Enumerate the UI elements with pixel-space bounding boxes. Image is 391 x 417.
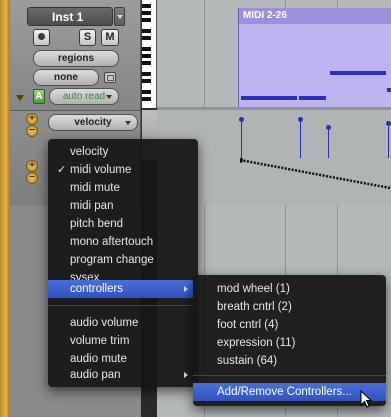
menu-item-pitch-bend[interactable]: pitch bend	[48, 215, 198, 233]
mouse-pointer-icon	[360, 390, 373, 408]
piano-keyboard[interactable]	[141, 0, 157, 108]
track-name-menu-button[interactable]	[114, 7, 125, 26]
menu-item-midi-mute[interactable]: midi mute	[48, 179, 198, 197]
menu-item-volume-trim[interactable]: volume trim	[48, 332, 198, 350]
midi-note[interactable]	[299, 96, 326, 100]
submenu-item-foot-cntrl[interactable]: foot cntrl (4)	[193, 316, 386, 334]
menu-item-audio-pan[interactable]: audio pan	[48, 366, 198, 384]
menu-item-mono-aftertouch[interactable]: mono aftertouch	[48, 233, 198, 251]
menu-item-program-change[interactable]: program change	[48, 251, 198, 269]
submenu-item-expression[interactable]: expression (11)	[193, 334, 386, 352]
submenu-item-breath-cntrl[interactable]: breath cntrl (2)	[193, 298, 386, 316]
remove-lane-icon[interactable]: −	[26, 172, 38, 184]
lane-view-menu: velocity ✓ midi volume midi mute midi pan…	[48, 139, 198, 387]
velocity-stem[interactable]	[300, 120, 301, 158]
solo-button[interactable]: S	[79, 29, 96, 46]
midi-region[interactable]: MIDI 2-26	[238, 8, 391, 107]
remove-lane-icon[interactable]: −	[26, 125, 38, 137]
timebase-selector[interactable]: none	[33, 69, 99, 86]
submenu-arrow-icon	[184, 286, 188, 292]
checkmark-icon: ✓	[57, 164, 67, 176]
velocity-stem[interactable]	[326, 125, 331, 130]
lane-view-selector[interactable]: velocity	[48, 114, 138, 131]
menu-item-controllers[interactable]: controllers	[48, 280, 198, 298]
submenu-item-sustain[interactable]: sustain (64)	[193, 352, 386, 370]
velocity-stem[interactable]	[386, 121, 391, 126]
collapse-triangle-icon[interactable]	[16, 95, 24, 101]
submenu-item-add-remove-controllers[interactable]: Add/Remove Controllers...	[193, 383, 386, 401]
menu-item-audio-volume[interactable]: audio volume	[48, 314, 198, 332]
velocity-stem[interactable]	[298, 117, 303, 122]
region-title-bar[interactable]: MIDI 2-26	[239, 8, 391, 24]
menu-separator	[193, 375, 386, 376]
automation-icon[interactable]: A	[33, 89, 45, 104]
midi-note[interactable]	[387, 88, 391, 92]
track-view-selector[interactable]: regions	[33, 50, 119, 67]
velocity-stem[interactable]	[328, 128, 329, 158]
record-enable-button[interactable]	[33, 29, 50, 46]
menu-item-midi-volume[interactable]: ✓ midi volume	[48, 161, 198, 179]
mute-button[interactable]: M	[101, 29, 119, 46]
region-title: MIDI 2-26	[243, 10, 287, 21]
menu-item-velocity[interactable]: velocity	[48, 143, 198, 161]
midi-note[interactable]	[330, 71, 386, 75]
add-lane-icon[interactable]: +	[26, 160, 38, 172]
link-icon[interactable]	[104, 72, 116, 83]
velocity-stem[interactable]	[239, 117, 244, 122]
velocity-stem[interactable]	[388, 124, 389, 158]
volume-automation-line[interactable]	[240, 158, 391, 198]
velocity-stem[interactable]	[241, 120, 242, 158]
submenu-arrow-icon	[184, 372, 188, 378]
track-color-strip	[0, 0, 10, 417]
add-lane-icon[interactable]: +	[26, 113, 38, 125]
track-name[interactable]: Inst 1	[27, 7, 113, 26]
menu-item-midi-pan[interactable]: midi pan	[48, 197, 198, 215]
controllers-submenu: mod wheel (1) breath cntrl (2) foot cntr…	[193, 275, 386, 406]
automation-mode-selector[interactable]: auto read	[49, 88, 119, 105]
menu-separator	[48, 305, 198, 306]
midi-note[interactable]	[241, 96, 297, 100]
submenu-item-mod-wheel[interactable]: mod wheel (1)	[193, 280, 386, 298]
